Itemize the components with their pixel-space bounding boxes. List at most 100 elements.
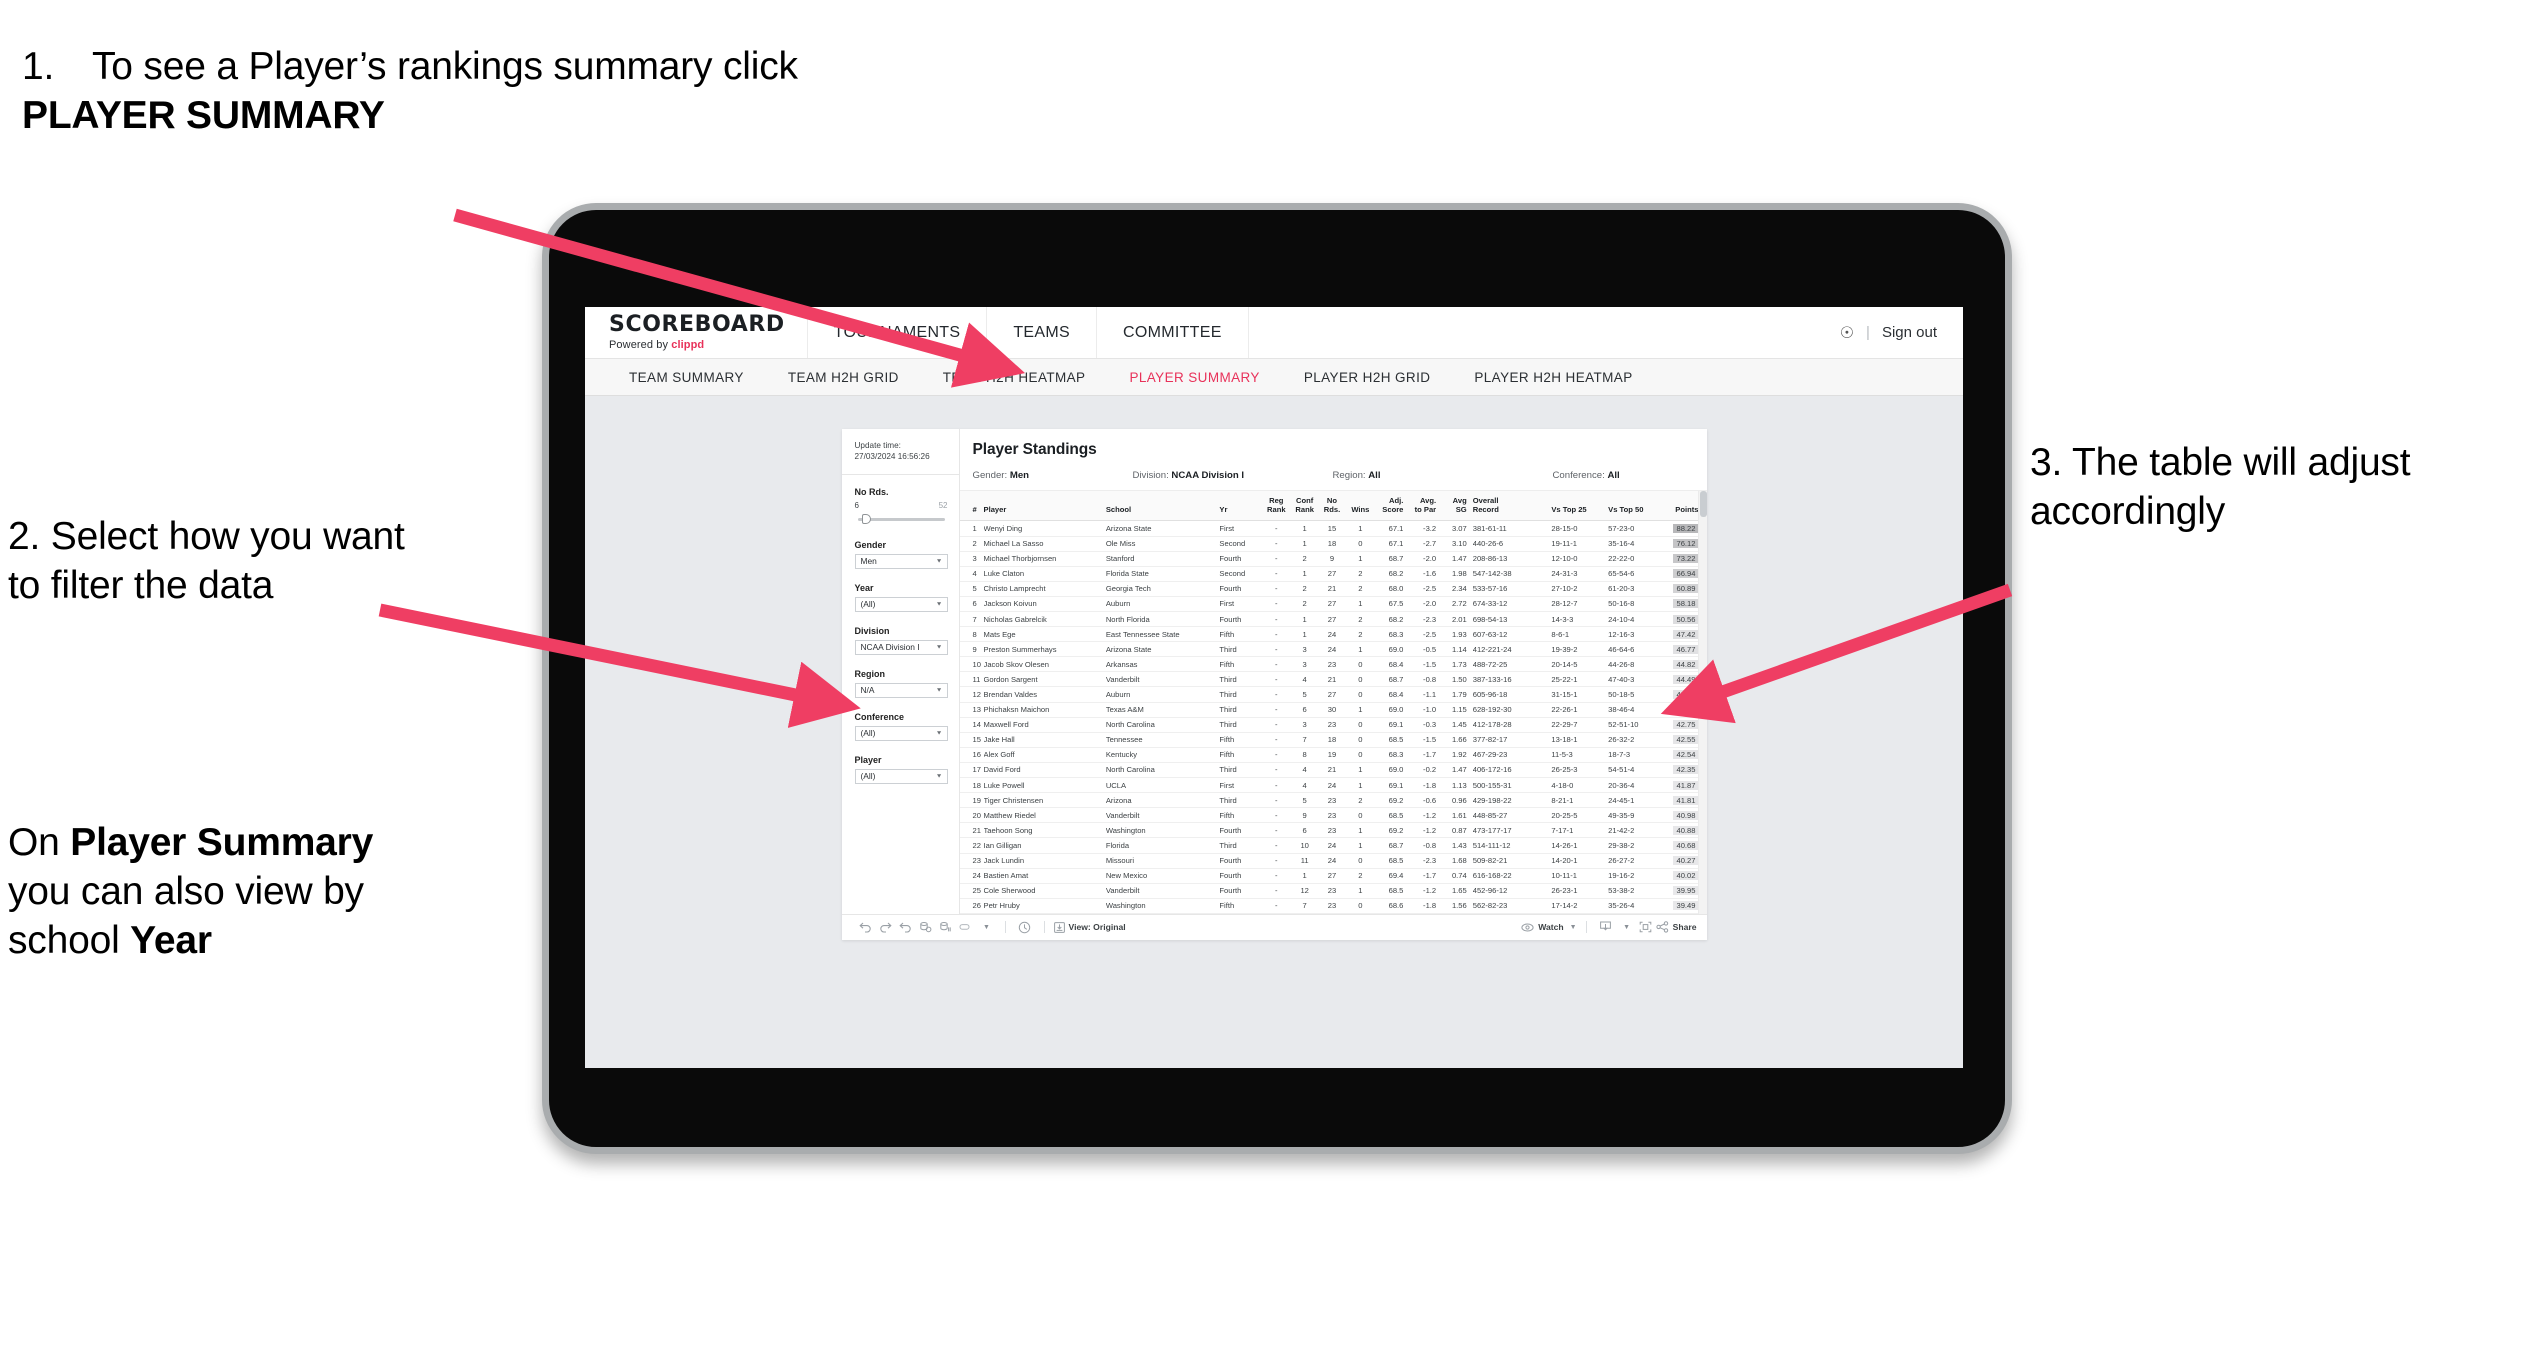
filter-conference-select[interactable]: (All) ▼	[854, 725, 948, 741]
cell-conf-rank: 3	[1291, 641, 1320, 658]
cell-overall: 533-57-16	[1472, 581, 1552, 597]
table-row[interactable]: 21 Taehoon Song Washington Fourth -6 23 1 69.2-…	[959, 822, 1707, 839]
cell-t25: 31-15-1	[1551, 686, 1609, 703]
toolbar-divider-3	[1585, 921, 1587, 934]
cell-conf-rank: 9	[1291, 807, 1320, 824]
cell-yr: Fifth	[1219, 898, 1264, 914]
cell-no-rds: 23	[1319, 822, 1347, 839]
table-row[interactable]: 5 Christo Lamprecht Georgia Tech Fourth -2 21…	[959, 581, 1707, 597]
cell-player: Luke Claton	[983, 566, 1106, 582]
col-head-school[interactable]: School	[1105, 491, 1220, 522]
col-head-no-rds[interactable]: No Rds.	[1319, 491, 1347, 522]
table-row[interactable]: 16 Alex Goff Kentucky Fifth -8 19 0 68.3 -1.7 1.9…	[959, 747, 1707, 763]
col-head-overall[interactable]: Overall Record	[1472, 491, 1552, 522]
cell-player: Michael La Sasso	[983, 536, 1106, 552]
cell-yr: Fourth	[1219, 853, 1264, 869]
sign-out-button[interactable]: Sign out	[1882, 324, 1937, 341]
cell-avg-par: -0.6	[1409, 792, 1443, 809]
table-row[interactable]: 14 Maxwell Ford North Carolina Third -3 23 0 69…	[959, 717, 1707, 733]
cell-school: Vanderbilt	[1105, 671, 1220, 688]
table-row[interactable]: 7 Nicholas Gabrelcik North Florida Fourth -1…	[959, 611, 1707, 628]
table-vertical-scrollbar[interactable]	[1697, 491, 1707, 914]
table-row[interactable]: 2 Michael La Sasso Ole Miss Second -1 18 0 67.1…	[959, 536, 1707, 552]
table-row[interactable]: 13 Phichaksn Maichon Texas A&M Third -6 30 1 69…	[959, 702, 1707, 718]
tab-team-h2h-grid[interactable]: TEAM H2H GRID	[766, 370, 921, 385]
col-head-conf-rank[interactable]: Conf Rank	[1291, 491, 1320, 522]
table-row[interactable]: 18 Luke Powell UCLA First -4 24 1 69.1 -1.8 1.13 5…	[959, 777, 1707, 794]
nav-committee[interactable]: COMMITTEE	[1097, 307, 1249, 358]
col-head-avg-sg[interactable]: Avg SG	[1442, 491, 1473, 522]
table-row[interactable]: 25 Cole Sherwood Vanderbilt Fourth -12 23 1 68.…	[959, 883, 1707, 899]
download-caret-icon[interactable]: ▼	[1616, 924, 1636, 931]
pause-updates-icon[interactable]	[936, 921, 956, 933]
cell-adj-score: 68.3	[1376, 626, 1410, 643]
filter-player-select[interactable]: (All) ▼	[854, 768, 948, 784]
scrollbar-thumb[interactable]	[1699, 491, 1707, 517]
table-row[interactable]: 17 David Ford North Carolina Third -4 21 1 69.0…	[959, 762, 1707, 779]
col-head-avg-par[interactable]: Avg. to Par	[1409, 491, 1443, 522]
table-row[interactable]: 12 Brendan Valdes Auburn Third -5 27 0 68.4 -1.1…	[959, 686, 1707, 703]
nav-tournaments[interactable]: TOURNAMENTS	[808, 307, 988, 358]
cell-reg-rank: -	[1263, 596, 1292, 613]
tab-player-summary[interactable]: PLAYER SUMMARY	[1107, 370, 1281, 385]
col-head-wins[interactable]: Wins	[1346, 491, 1377, 522]
filter-region-select[interactable]: N/A ▼	[854, 682, 948, 698]
device-layout-icon[interactable]	[956, 922, 976, 932]
watch-button[interactable]: Watch ▼	[1521, 922, 1577, 932]
table-row[interactable]: 9 Preston Summerhays Arizona State Third -3 2…	[959, 641, 1707, 658]
table-row[interactable]: 19 Tiger Christensen Arizona Third -5 23 2 69.2…	[959, 792, 1707, 809]
tab-team-summary[interactable]: TEAM SUMMARY	[607, 370, 766, 385]
device-layout-caret-icon[interactable]: ▼	[976, 924, 996, 931]
cell-t50: 46-64-6	[1608, 641, 1665, 658]
cell-no-rds: 15	[1319, 520, 1347, 537]
tab-player-h2h-heatmap[interactable]: PLAYER H2H HEATMAP	[1452, 370, 1654, 385]
filter-year-select[interactable]: (All) ▼	[854, 596, 948, 612]
table-row[interactable]: 4 Luke Claton Florida State Second -1 27 2 68.2…	[959, 566, 1707, 582]
col-head-vs-top-50[interactable]: Vs Top 50	[1608, 491, 1665, 522]
view-original-button[interactable]: View: Original	[1053, 921, 1126, 933]
download-icon[interactable]	[1596, 921, 1616, 933]
table-row[interactable]: 24 Bastien Amat New Mexico Fourth -1 27 2 69.4-…	[959, 868, 1707, 884]
revert-icon[interactable]	[896, 922, 916, 933]
table-row[interactable]: 1 Wenyi Ding Arizona State First -1 15 1 67.1 -3…	[959, 520, 1707, 537]
filter-division-select[interactable]: NCAA Division I ▼	[854, 639, 948, 655]
history-icon[interactable]	[1015, 921, 1035, 934]
col-head-player[interactable]: Player	[983, 491, 1106, 522]
table-row[interactable]: 20 Matthew Riedel Vanderbilt Fifth -9 23 0 68.5…	[959, 807, 1707, 824]
filter-gender-select[interactable]: Men ▼	[854, 553, 948, 569]
person-icon[interactable]: ☉	[1840, 323, 1854, 343]
col-head-vs-top-25[interactable]: Vs Top 25	[1551, 491, 1609, 522]
table-row[interactable]: 3 Michael Thorbjornsen Stanford Fourth -2 9 1 6…	[959, 551, 1707, 567]
col-head-yr[interactable]: Yr	[1219, 491, 1264, 522]
standings-table-head: # Player School Yr Reg Rank Conf Rank No Rd…	[959, 491, 1707, 522]
col-head-adj-score[interactable]: Adj. Score	[1376, 491, 1410, 522]
table-row[interactable]: 22 Ian Gilligan Florida Third -10 24 1 68.7 -0.8…	[959, 837, 1707, 854]
table-row[interactable]: 15 Jake Hall Tennessee Fifth -7 18 0 68.5 -1.5 1.…	[959, 732, 1707, 748]
cell-no-rds: 24	[1319, 853, 1347, 869]
col-head-rank[interactable]: #	[959, 491, 984, 522]
table-row[interactable]: 6 Jackson Koivun Auburn First -2 27 1 67.5 -2.0 2…	[959, 596, 1707, 613]
cell-overall: 381-61-11	[1472, 520, 1552, 537]
redo-icon[interactable]	[876, 922, 896, 933]
cell-school: Ole Miss	[1105, 536, 1220, 552]
table-row[interactable]: 10 Jacob Skov Olesen Arkansas Fifth -3 23 0 68.…	[959, 656, 1707, 673]
cell-conf-rank: 12	[1291, 883, 1320, 899]
table-row[interactable]: 26 Petr Hruby Washington Fifth -7 23 0 68.6 -1.8…	[959, 898, 1707, 914]
no-rounds-slider[interactable]	[855, 512, 948, 526]
table-row[interactable]: 23 Jack Lundin Missouri Fourth -11 24 0 68.5 -2.…	[959, 853, 1707, 869]
share-button[interactable]: Share	[1656, 921, 1697, 933]
cell-adj-score: 68.5	[1376, 883, 1410, 899]
refresh-data-icon[interactable]	[916, 921, 936, 933]
cell-adj-score: 69.1	[1376, 777, 1410, 794]
points-value: 60.89	[1673, 584, 1699, 594]
tab-team-h2h-heatmap[interactable]: TEAM H2H HEATMAP	[921, 370, 1108, 385]
nav-teams[interactable]: TEAMS	[987, 307, 1097, 358]
table-row[interactable]: 8 Mats Ege East Tennessee State Fifth -1 24 2 6…	[959, 626, 1707, 643]
tab-player-h2h-grid[interactable]: PLAYER H2H GRID	[1282, 370, 1453, 385]
cell-no-rds: 18	[1319, 536, 1347, 552]
slider-handle[interactable]	[861, 513, 871, 524]
fullscreen-icon[interactable]	[1636, 921, 1656, 933]
col-head-reg-rank[interactable]: Reg Rank	[1263, 491, 1292, 522]
table-row[interactable]: 11 Gordon Sargent Vanderbilt Third -4 21 0 68.7…	[959, 671, 1707, 688]
undo-icon[interactable]	[856, 922, 876, 933]
